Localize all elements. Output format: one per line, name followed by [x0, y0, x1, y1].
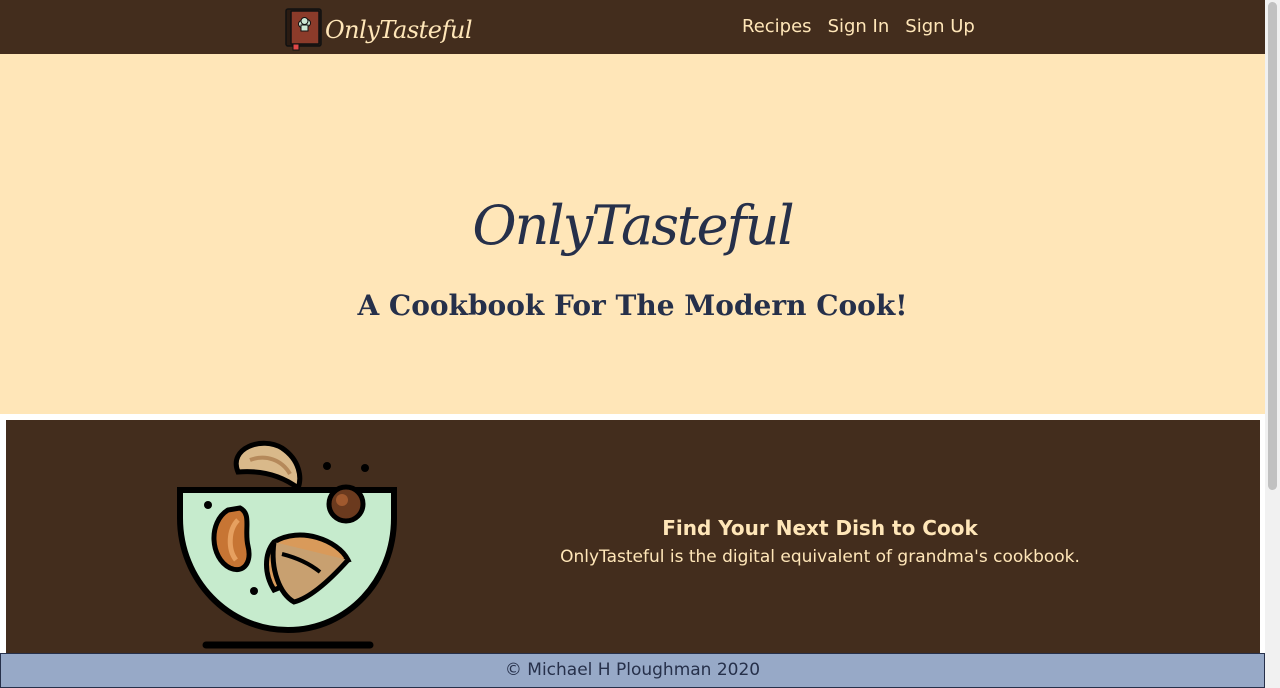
- nav-link-sign-in[interactable]: Sign In: [828, 15, 890, 39]
- footer: © Michael H Ploughman 2020: [0, 653, 1265, 688]
- copyright-text: © Michael H Ploughman 2020: [504, 660, 761, 680]
- nav-link-sign-up[interactable]: Sign Up: [905, 15, 975, 39]
- feature-section: Find Your Next Dish to Cook OnlyTasteful…: [6, 420, 1260, 656]
- navbar: OnlyTasteful Recipes Sign In Sign Up: [0, 0, 1265, 54]
- cookbook-chef-hat-icon: [285, 8, 322, 51]
- hero-title: OnlyTasteful: [472, 194, 794, 257]
- salad-bowl-icon: [177, 440, 397, 649]
- nav-links: Recipes Sign In Sign Up: [742, 15, 975, 39]
- feature-heading: Find Your Next Dish to Cook: [662, 516, 978, 540]
- feature-text: Find Your Next Dish to Cook OnlyTasteful…: [486, 515, 1154, 568]
- brand-link[interactable]: OnlyTasteful: [285, 8, 473, 51]
- nav-link-recipes[interactable]: Recipes: [742, 15, 812, 39]
- feature-description: OnlyTasteful is the digital equivalent o…: [560, 547, 1080, 567]
- scrollbar-thumb[interactable]: [1268, 2, 1277, 490]
- hero-section: OnlyTasteful A Cookbook For The Modern C…: [0, 54, 1265, 414]
- vertical-scrollbar[interactable]: [1265, 0, 1280, 688]
- brand-name: OnlyTasteful: [325, 16, 473, 44]
- hero-subtitle: A Cookbook For The Modern Cook!: [357, 289, 908, 322]
